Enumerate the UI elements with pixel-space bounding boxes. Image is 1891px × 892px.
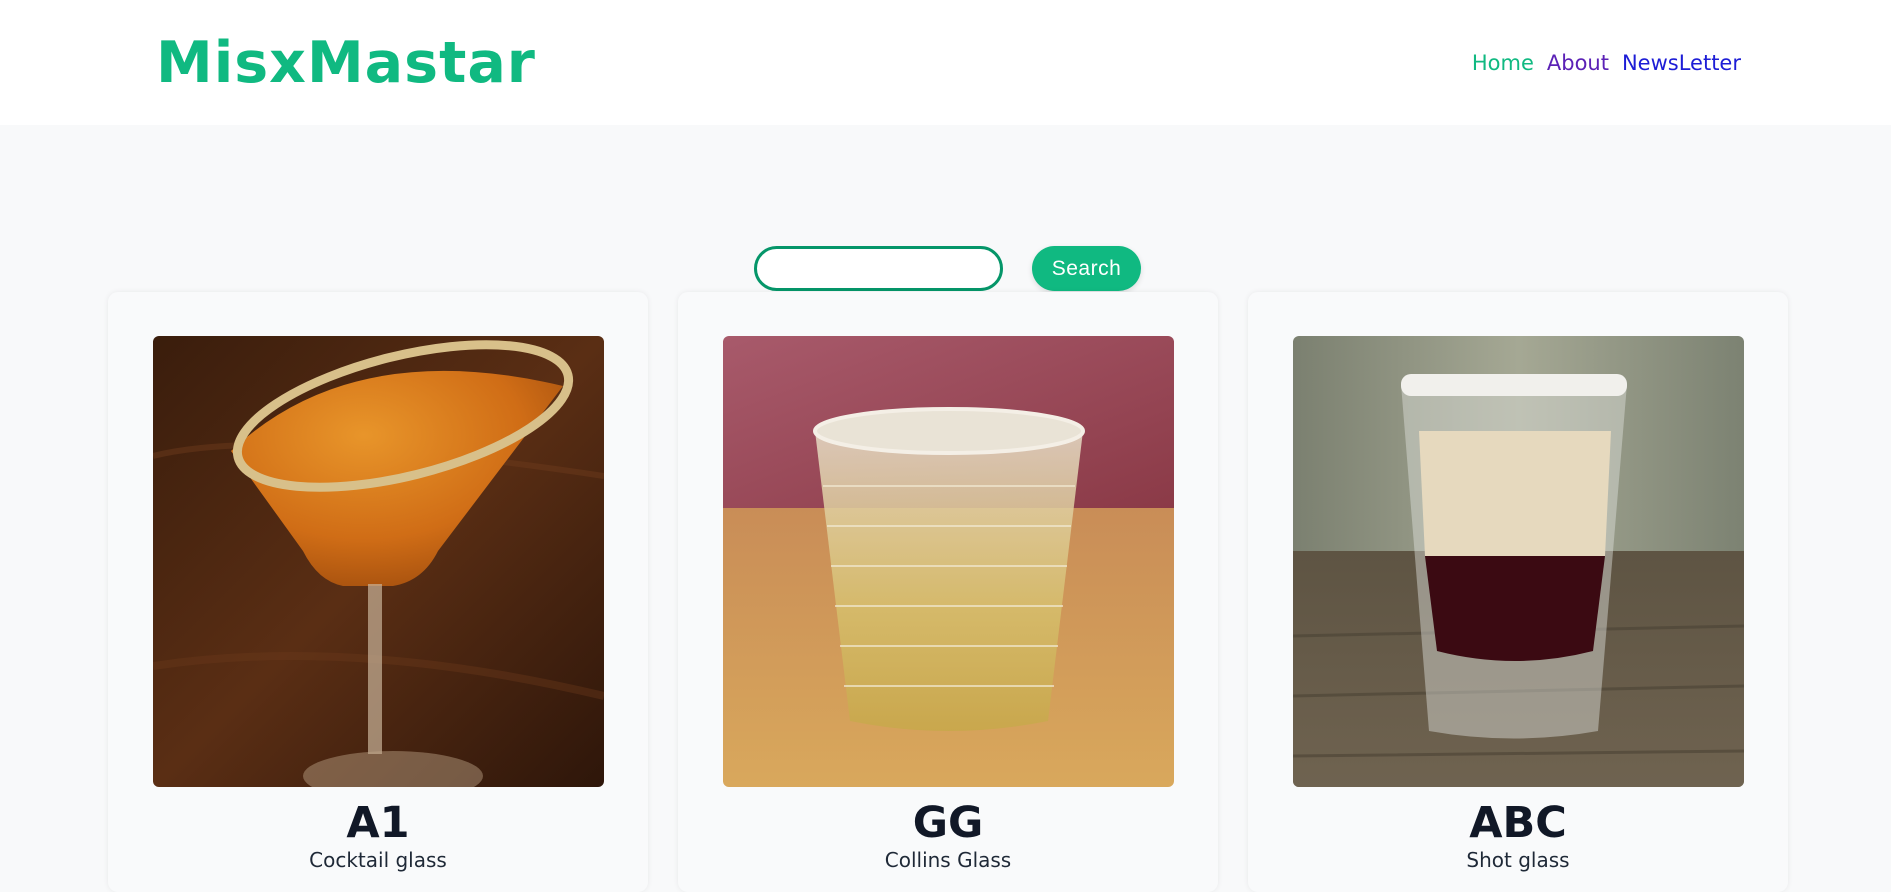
- drink-glass: Cocktail glass: [309, 848, 447, 872]
- nav-newsletter-link[interactable]: NewsLetter: [1622, 48, 1741, 78]
- nav-home-link[interactable]: Home: [1472, 48, 1534, 78]
- search-input[interactable]: [754, 246, 1003, 291]
- nav-about-link[interactable]: About: [1547, 48, 1609, 78]
- drink-name: ABC: [1469, 798, 1567, 848]
- search-button[interactable]: Search: [1032, 246, 1141, 291]
- drink-card[interactable]: A1 Cocktail glass: [108, 292, 648, 892]
- drink-name: GG: [912, 798, 984, 848]
- header: MisxMastar Home About NewsLetter: [0, 0, 1891, 125]
- drink-photo[interactable]: [723, 336, 1174, 787]
- drink-card[interactable]: GG Collins Glass: [678, 292, 1218, 892]
- site-logo[interactable]: MisxMastar: [156, 28, 536, 98]
- drink-card[interactable]: ABC Shot glass: [1248, 292, 1788, 892]
- drink-glass: Shot glass: [1466, 848, 1570, 872]
- main-nav: Home About NewsLetter: [1472, 48, 1741, 78]
- drink-photo[interactable]: [1293, 336, 1744, 787]
- drink-glass: Collins Glass: [884, 848, 1012, 872]
- drink-name: A1: [346, 798, 410, 848]
- drink-photo[interactable]: [153, 336, 604, 787]
